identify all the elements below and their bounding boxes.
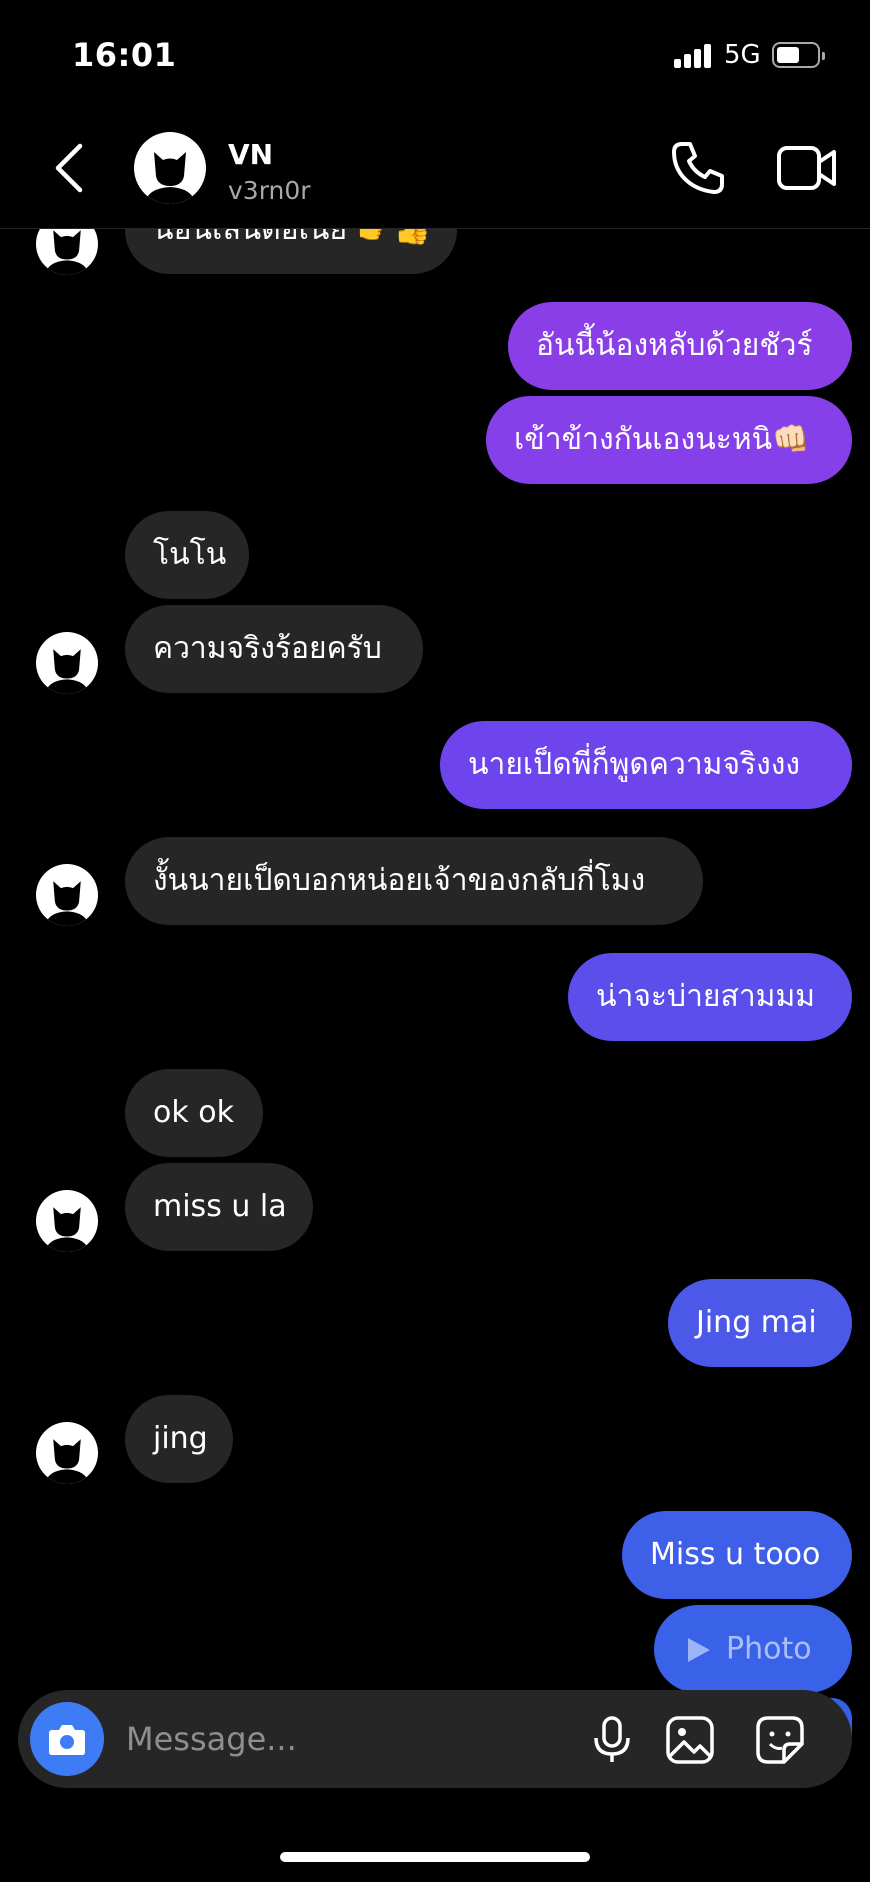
message-bubble[interactable]: เข้าข้างกันเองนะหนิ👊🏻	[486, 396, 852, 484]
microphone-icon[interactable]	[586, 1714, 638, 1766]
play-icon	[688, 1637, 710, 1662]
message-thread: น้อนเล่นต่อเนี่ย 👉👍 อันนี้น้องหลับด้วยชั…	[0, 0, 870, 1882]
gallery-icon[interactable]	[664, 1714, 716, 1766]
contact-name[interactable]: VN	[228, 138, 273, 171]
avatar	[36, 864, 98, 926]
message-bubble[interactable]: miss u la	[125, 1163, 313, 1251]
avatar	[36, 1422, 98, 1484]
sticker-icon[interactable]	[754, 1714, 806, 1766]
avatar	[36, 632, 98, 694]
photo-message[interactable]: Photo	[654, 1605, 852, 1693]
avatar	[36, 1190, 98, 1252]
camera-icon	[49, 1725, 85, 1755]
message-bubble[interactable]: ความจริงร้อยครับ	[125, 605, 423, 693]
message-bubble[interactable]: งั้นนายเป็ดบอกหน่อยเจ้าของกลับกี่โมง	[125, 837, 703, 925]
contact-username[interactable]: v3rn0r	[228, 176, 311, 205]
message-bubble[interactable]: jing	[125, 1395, 233, 1483]
chat-header: VN v3rn0r	[0, 110, 870, 229]
video-camera-icon[interactable]	[776, 142, 838, 194]
message-input[interactable]	[126, 1690, 566, 1788]
message-bubble[interactable]: Jing mai	[668, 1279, 852, 1367]
home-indicator[interactable]	[280, 1852, 590, 1862]
camera-button[interactable]	[30, 1702, 104, 1776]
photo-label: Photo	[726, 1631, 812, 1667]
message-bubble[interactable]: Miss u tooo	[622, 1511, 852, 1599]
back-arrow-icon[interactable]	[48, 140, 92, 196]
message-composer	[18, 1690, 852, 1788]
message-bubble[interactable]: โนโน	[125, 511, 249, 599]
cat-avatar-icon	[144, 152, 196, 204]
avatar[interactable]	[134, 132, 206, 204]
message-bubble[interactable]: น่าจะบ่ายสามมม	[568, 953, 852, 1041]
phone-icon[interactable]	[668, 138, 728, 198]
message-bubble[interactable]: อันนี้น้องหลับด้วยชัวร์	[508, 302, 852, 390]
message-bubble[interactable]: ok ok	[125, 1069, 263, 1157]
message-bubble[interactable]: นายเป็ดพี่ก็พูดความจริงงง	[440, 721, 852, 809]
